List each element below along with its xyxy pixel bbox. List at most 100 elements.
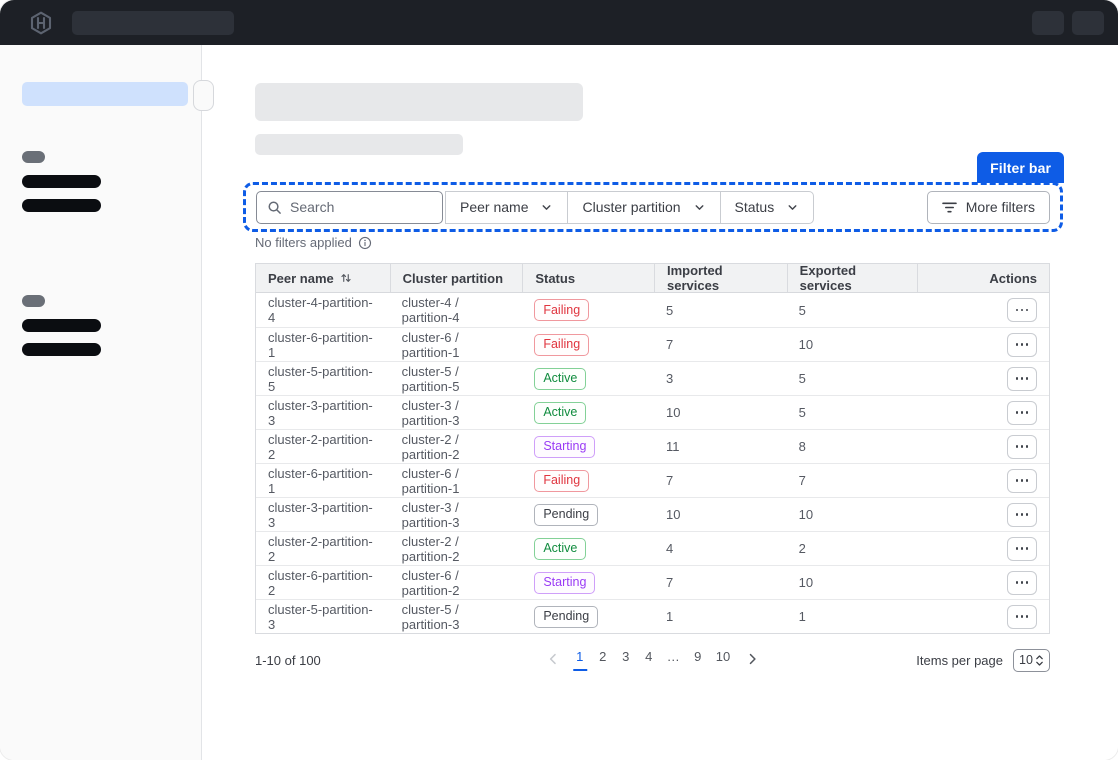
sidebar-skeleton-section-label <box>22 151 45 163</box>
cell-exported-services: 5 <box>787 293 918 327</box>
cell-status: Starting <box>522 430 654 463</box>
table-row: cluster-4-partition-4 cluster-4 / partit… <box>256 293 1049 327</box>
next-page-icon[interactable] <box>741 652 763 666</box>
sort-icon <box>340 272 352 284</box>
status-badge: Starting <box>534 572 595 594</box>
filter-dropdown-group: Peer name Cluster partition <box>445 191 814 224</box>
pagination-range-text: 1-10 of 100 <box>255 653 321 668</box>
peers-table: Peer name Cluster partition Status Impor… <box>255 263 1050 634</box>
cell-exported-services: 10 <box>787 566 918 599</box>
filter-dropdown[interactable]: Status <box>720 192 814 223</box>
cell-imported-services: 4 <box>654 532 787 565</box>
sidebar <box>0 45 202 760</box>
cell-actions <box>917 430 1049 463</box>
page-number[interactable]: … <box>665 647 682 671</box>
status-badge: Pending <box>534 504 598 526</box>
chevron-down-icon <box>540 201 553 214</box>
row-overflow-menu-button[interactable] <box>1007 401 1037 425</box>
cell-actions <box>917 396 1049 429</box>
page-number[interactable]: 10 <box>714 647 732 671</box>
previous-page-icon[interactable] <box>542 652 564 666</box>
cell-cluster-partition: cluster-5 / partition-3 <box>390 600 523 633</box>
sidebar-skeleton-section-label <box>22 295 45 307</box>
row-overflow-menu-button[interactable] <box>1007 435 1037 459</box>
filter-dropdown[interactable]: Cluster partition <box>567 192 719 223</box>
page-subtitle-skeleton <box>255 134 463 155</box>
cell-cluster-partition: cluster-6 / partition-2 <box>390 566 523 599</box>
cell-status: Starting <box>522 566 654 599</box>
cell-exported-services: 8 <box>787 430 918 463</box>
cell-imported-services: 11 <box>654 430 787 463</box>
search-icon <box>267 200 282 215</box>
row-overflow-menu-button[interactable] <box>1007 537 1037 561</box>
table-row: cluster-6-partition-1 cluster-6 / partit… <box>256 327 1049 361</box>
row-overflow-menu-button[interactable] <box>1007 333 1037 357</box>
row-overflow-menu-button[interactable] <box>1007 469 1037 493</box>
cell-exported-services: 7 <box>787 464 918 497</box>
info-icon[interactable] <box>358 236 372 250</box>
table-row: cluster-6-partition-1 cluster-6 / partit… <box>256 463 1049 497</box>
cell-peer-name: cluster-3-partition-3 <box>256 498 390 531</box>
cell-imported-services: 1 <box>654 600 787 633</box>
topbar-skeleton-action <box>1032 11 1064 35</box>
cell-exported-services: 5 <box>787 362 918 395</box>
sidebar-toggle-handle[interactable] <box>193 80 214 111</box>
status-badge: Active <box>534 368 586 390</box>
page-number[interactable]: 3 <box>619 647 633 671</box>
row-overflow-menu-button[interactable] <box>1007 605 1037 629</box>
filter-dropdown-label: Cluster partition <box>582 199 680 215</box>
cell-status: Active <box>522 396 654 429</box>
cell-cluster-partition: cluster-2 / partition-2 <box>390 430 523 463</box>
cell-status: Active <box>522 362 654 395</box>
cell-actions <box>917 328 1049 361</box>
cell-peer-name: cluster-3-partition-3 <box>256 396 390 429</box>
cell-cluster-partition: cluster-2 / partition-2 <box>390 532 523 565</box>
filter-status-line: No filters applied <box>255 235 372 250</box>
cell-actions <box>917 464 1049 497</box>
status-badge: Failing <box>534 334 589 356</box>
app-window: Filter bar Peer name <box>0 0 1118 760</box>
sidebar-skeleton-nav-item <box>22 199 101 212</box>
cell-peer-name: cluster-6-partition-1 <box>256 328 390 361</box>
cell-actions <box>917 498 1049 531</box>
search-box[interactable] <box>256 191 443 224</box>
row-overflow-menu-button[interactable] <box>1007 367 1037 391</box>
filter-dropdown[interactable]: Peer name <box>446 192 567 223</box>
no-filters-text: No filters applied <box>255 235 352 250</box>
cell-peer-name: cluster-2-partition-2 <box>256 532 390 565</box>
status-badge: Pending <box>534 606 598 628</box>
cell-cluster-partition: cluster-3 / partition-3 <box>390 396 523 429</box>
cell-exported-services: 5 <box>787 396 918 429</box>
chevron-down-icon <box>693 201 706 214</box>
page-number[interactable]: 9 <box>691 647 705 671</box>
cell-cluster-partition: cluster-6 / partition-1 <box>390 464 523 497</box>
sidebar-skeleton-active-item <box>22 82 188 106</box>
row-overflow-menu-button[interactable] <box>1007 298 1037 322</box>
more-filters-button[interactable]: More filters <box>927 191 1050 224</box>
cell-imported-services: 3 <box>654 362 787 395</box>
status-badge: Starting <box>534 436 595 458</box>
stepper-icon <box>1035 654 1044 667</box>
row-overflow-menu-button[interactable] <box>1007 503 1037 527</box>
cell-exported-services: 2 <box>787 532 918 565</box>
filter-icon <box>942 201 957 214</box>
status-badge: Failing <box>534 299 589 321</box>
cell-status: Failing <box>522 293 654 327</box>
page-number[interactable]: 2 <box>596 647 610 671</box>
filter-bar-annotation-badge: Filter bar <box>977 152 1064 183</box>
table-header-row: Peer name Cluster partition Status Impor… <box>256 264 1049 293</box>
cell-imported-services: 10 <box>654 396 787 429</box>
page-number[interactable]: 4 <box>642 647 656 671</box>
cell-peer-name: cluster-5-partition-3 <box>256 600 390 633</box>
cell-peer-name: cluster-5-partition-5 <box>256 362 390 395</box>
topbar-skeleton-title <box>72 11 234 35</box>
search-input[interactable] <box>290 199 432 215</box>
cell-exported-services: 10 <box>787 498 918 531</box>
sidebar-skeleton-nav-item <box>22 319 101 332</box>
items-per-page-select[interactable]: 10 <box>1013 649 1050 672</box>
column-header-peer-name[interactable]: Peer name <box>256 264 390 292</box>
row-overflow-menu-button[interactable] <box>1007 571 1037 595</box>
cell-status: Failing <box>522 328 654 361</box>
hashicorp-logo-icon[interactable] <box>28 10 54 36</box>
page-number[interactable]: 1 <box>573 647 587 671</box>
